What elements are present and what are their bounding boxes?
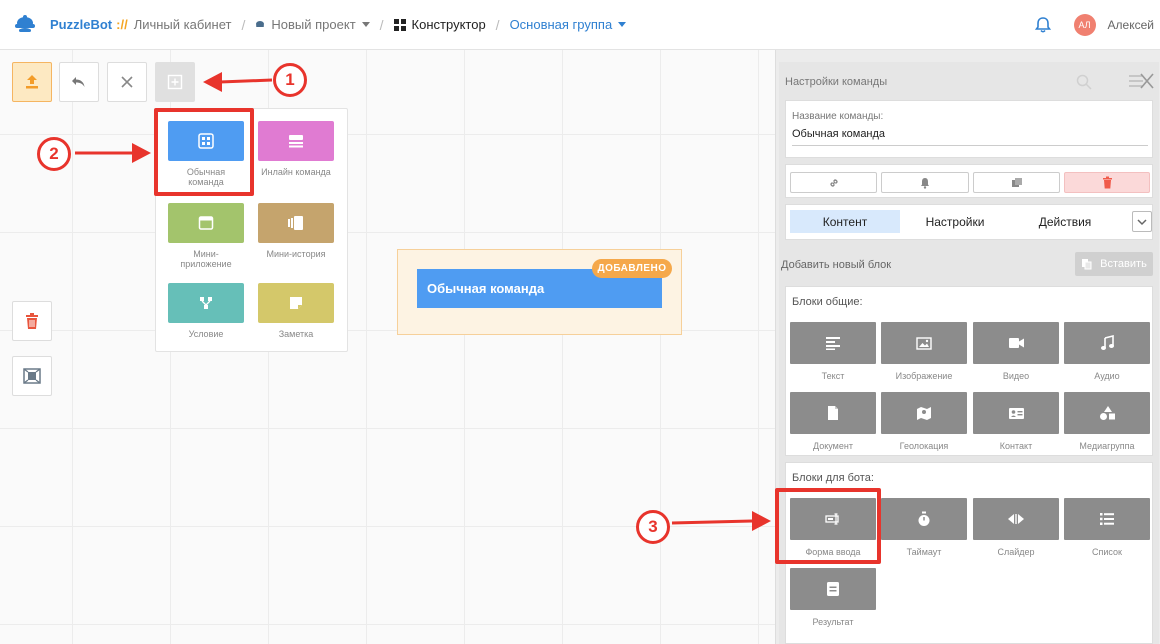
annotation-step-3: 3 (636, 510, 670, 544)
highlight-regular-command (154, 108, 254, 196)
annotation-arrows (75, 72, 771, 531)
annotation-step-1: 1 (273, 63, 307, 97)
annotation-step-2: 2 (37, 137, 71, 171)
highlight-input-form (775, 488, 881, 564)
